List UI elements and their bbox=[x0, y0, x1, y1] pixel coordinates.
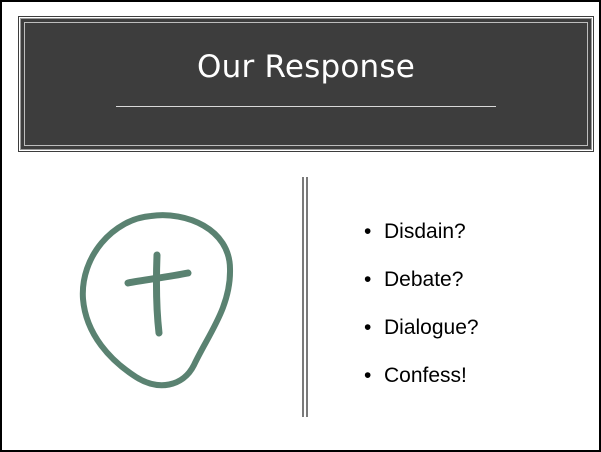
bullet-text: Confess! bbox=[384, 364, 467, 387]
bullet-text: Disdain? bbox=[384, 220, 466, 243]
slide: Our Response • Disdain? • Debate? • Dialogu… bbox=[0, 0, 601, 452]
title-banner: Our Response bbox=[18, 16, 594, 152]
bullet-item-confess: • Confess! bbox=[364, 364, 467, 387]
vertical-divider bbox=[302, 177, 308, 417]
title-underline bbox=[116, 106, 496, 107]
bullet-list: • Disdain? • Debate? • Dialogue? • Confess! bbox=[364, 212, 479, 404]
bullet-item-dialogue: • Dialogue? bbox=[364, 316, 479, 339]
bullet-item-debate: • Debate? bbox=[364, 268, 464, 291]
bullet-item-disdain: • Disdain? bbox=[364, 220, 466, 243]
cross-in-circle-icon bbox=[79, 212, 234, 388]
bullet-text: Debate? bbox=[384, 268, 464, 291]
bullet-text: Dialogue? bbox=[384, 316, 479, 339]
cross-vertical-stroke bbox=[152, 251, 163, 337]
slide-title: Our Response bbox=[197, 49, 415, 85]
